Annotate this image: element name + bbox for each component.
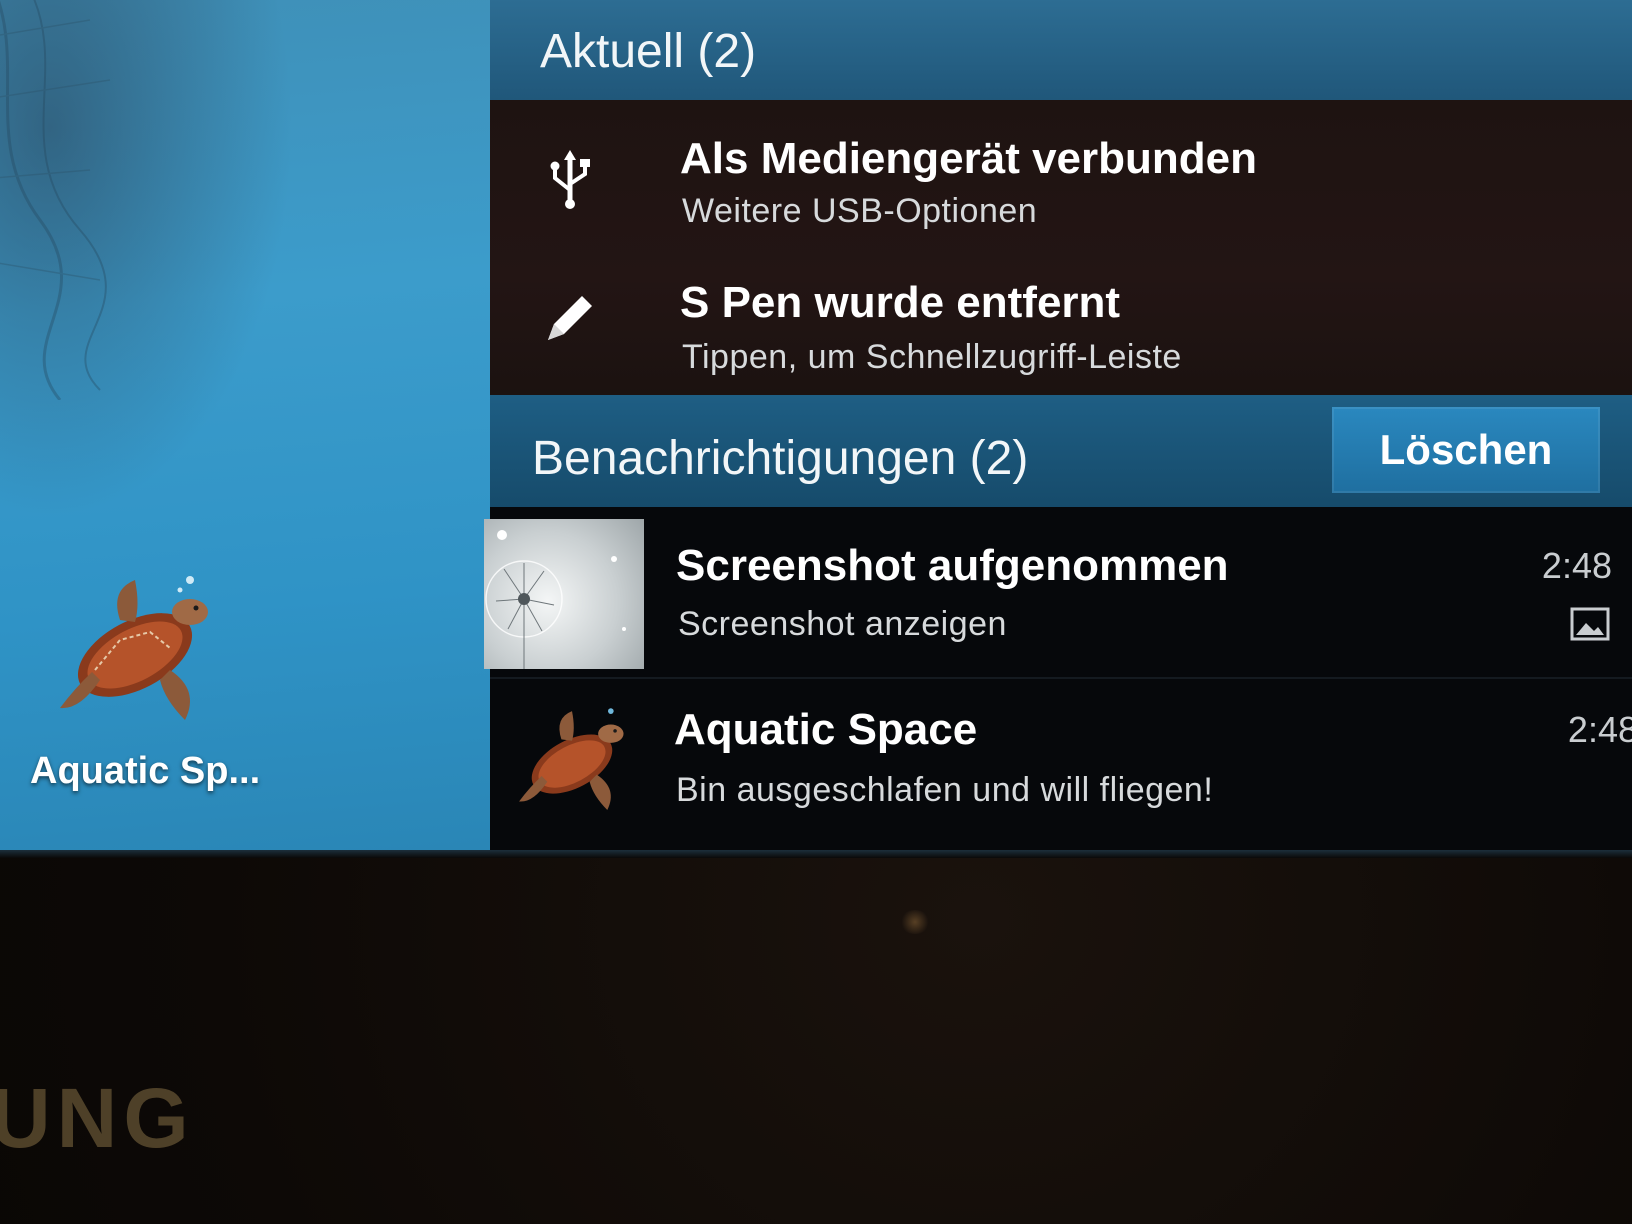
screenshot-notification-time: 2:48	[1541, 545, 1612, 586]
notifications-section-header: Benachrichtigungen (2) Löschen	[490, 395, 1632, 507]
clear-button[interactable]: Löschen	[1332, 407, 1600, 493]
spen-notification-subtitle: Tippen, um Schnellzugriff-Leiste	[682, 338, 1182, 376]
home-wallpaper: Aquatic Sp...	[0, 0, 500, 850]
tablet-screen: Aquatic Sp... Aktuell (2) Als Mediengerä…	[0, 0, 1632, 850]
photo-stage: Aquatic Sp... Aktuell (2) Als Mediengerä…	[0, 0, 1632, 1224]
notification-panel: Aktuell (2) Als Mediengerät verbunden We…	[484, 0, 1632, 850]
usb-notification[interactable]: Als Mediengerät verbunden Weitere USB-Op…	[490, 100, 1632, 250]
pen-icon	[530, 278, 610, 358]
screenshot-thumbnail	[484, 519, 644, 669]
current-section-header: Aktuell (2)	[490, 0, 1632, 100]
notifications-section-title: Benachrichtigungen (2)	[532, 432, 1029, 485]
aquatic-space-notification[interactable]: Aquatic Space Bin ausgeschlafen und will…	[490, 679, 1632, 850]
notifications-list: Screenshot aufgenommen Screenshot anzeig…	[484, 507, 1632, 850]
usb-notification-title: Als Mediengerät verbunden	[680, 134, 1258, 183]
turtle-icon	[60, 576, 208, 720]
usb-notification-subtitle: Weitere USB-Optionen	[682, 192, 1038, 230]
shortcut-label: Aquatic Sp...	[30, 750, 261, 792]
turtle-icon	[512, 697, 632, 817]
device-brand-logo: UNG	[0, 1071, 195, 1165]
current-section-list: Als Mediengerät verbunden Weitere USB-Op…	[490, 100, 1632, 395]
aquatic-space-shortcut[interactable]: Aquatic Sp...	[30, 560, 261, 793]
usb-icon	[530, 140, 610, 220]
seaweed-decoration	[0, 0, 111, 400]
screenshot-notification[interactable]: Screenshot aufgenommen Screenshot anzeig…	[484, 507, 1632, 679]
aquatic-space-notification-time: 2:48	[1567, 709, 1632, 750]
spen-notification[interactable]: S Pen wurde entfernt Tippen, um Schnellz…	[490, 250, 1632, 395]
screen-edge	[0, 850, 1632, 858]
screenshot-notification-subtitle: Screenshot anzeigen	[678, 605, 1007, 643]
image-icon	[1570, 607, 1610, 641]
current-section-title: Aktuell (2)	[540, 25, 757, 78]
screenshot-notification-title: Screenshot aufgenommen	[676, 541, 1229, 590]
aquatic-space-notification-title: Aquatic Space	[674, 705, 978, 754]
spen-notification-title: S Pen wurde entfernt	[680, 278, 1121, 327]
aquatic-space-notification-subtitle: Bin ausgeschlafen und will fliegen!	[676, 771, 1214, 809]
bezel-reflection	[900, 910, 930, 934]
